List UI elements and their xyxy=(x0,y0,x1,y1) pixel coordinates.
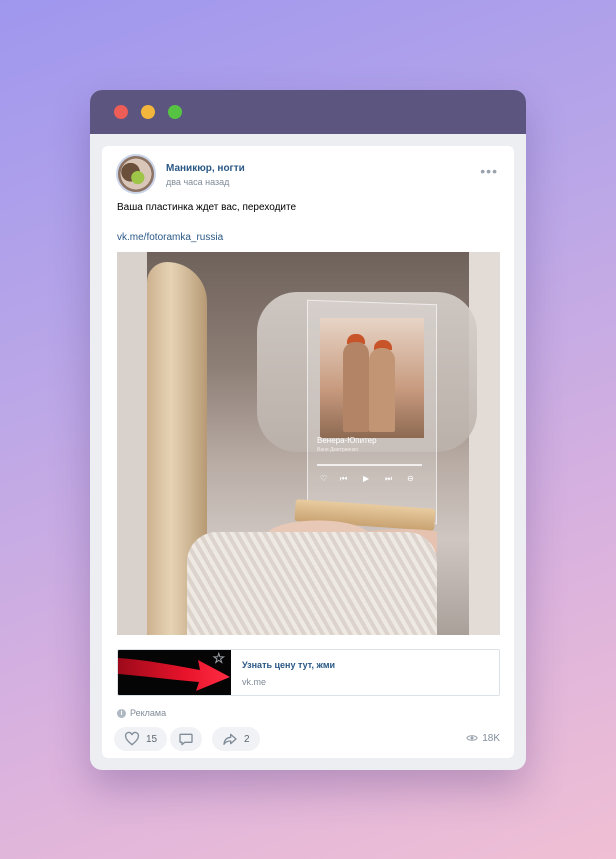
plaque-progress-bar xyxy=(317,464,422,466)
minus-icon: ⊖ xyxy=(407,474,414,483)
minimize-window-button[interactable] xyxy=(141,105,155,119)
comment-button[interactable] xyxy=(170,727,202,751)
comment-icon xyxy=(179,733,193,746)
author-name[interactable]: Маникюр, ногти xyxy=(166,163,245,174)
more-dots-icon[interactable]: ••• xyxy=(480,164,498,178)
close-window-button[interactable] xyxy=(114,105,128,119)
link-domain: vk.me xyxy=(242,677,267,687)
heart-icon xyxy=(124,731,140,746)
author-avatar[interactable] xyxy=(116,154,156,194)
plaque-song-artist: Ваня Дмитриенко xyxy=(317,447,359,453)
couple-figure xyxy=(369,348,395,432)
star-icon[interactable]: ☆ xyxy=(212,651,225,666)
couple-figure xyxy=(343,342,369,432)
share-button[interactable]: 2 xyxy=(212,727,260,751)
app-window: Маникюр, ногти два часа назад ••• Ваша п… xyxy=(90,90,526,770)
maximize-window-button[interactable] xyxy=(168,105,182,119)
post-text: Ваша пластинка ждет вас, переходите xyxy=(117,202,297,213)
plaque-song-title: Венера-Юпитер xyxy=(317,436,377,445)
post-link[interactable]: vk.me/fotoramka_russia xyxy=(117,232,223,243)
post-card: Маникюр, ногти два часа назад ••• Ваша п… xyxy=(102,146,514,758)
previous-icon: ⏮ xyxy=(340,474,348,483)
window-titlebar xyxy=(90,90,526,134)
link-title[interactable]: Узнать цену тут, жми xyxy=(242,660,335,670)
share-icon xyxy=(223,733,237,745)
eye-icon xyxy=(466,735,479,741)
link-preview[interactable]: ☆ Узнать цену тут, жми vk.me xyxy=(117,649,500,696)
post-time[interactable]: два часа назад xyxy=(166,177,229,187)
like-count: 15 xyxy=(146,733,158,745)
post-photo[interactable]: Венера-Юпитер Ваня Дмитриенко ♡ ⏮ ▶ ⏭ ⊖ xyxy=(117,252,500,635)
play-icon: ▶ xyxy=(363,474,370,483)
ad-label: Реклама xyxy=(130,708,167,718)
views-count: 18K xyxy=(482,732,500,744)
heart-icon: ♡ xyxy=(320,474,328,483)
share-count: 2 xyxy=(244,733,250,745)
info-icon[interactable]: i xyxy=(117,709,126,718)
photo-sweater xyxy=(187,532,437,635)
like-button[interactable]: 15 xyxy=(114,727,168,751)
views-counter: 18K xyxy=(466,732,500,744)
link-thumbnail: ☆ xyxy=(118,650,231,695)
next-icon: ⏭ xyxy=(385,474,393,483)
